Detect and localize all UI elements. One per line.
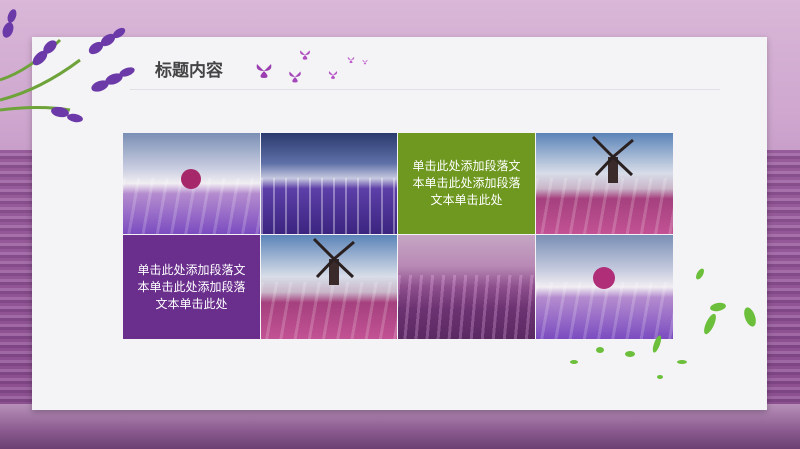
windmill-icon [591,135,634,183]
image-windmill-field [536,133,673,234]
image-lavender-field-tree [123,133,260,234]
image-lavender-rows-sunset [398,235,535,339]
tree-shape [181,169,201,189]
butterfly-icon [347,56,355,64]
text-block-green[interactable]: 单击此处添加段落文本单击此处添加段落文本单击此处 [398,133,535,234]
text-block-purple[interactable]: 单击此处添加段落文本单击此处添加段落文本单击此处 [123,235,260,339]
text-block-purple-label: 单击此处添加段落文本单击此处添加段落文本单击此处 [137,262,246,311]
butterfly-icon [256,64,272,78]
butterfly-icon [289,71,301,83]
lavender-sprig-decoration [0,9,135,123]
butterfly-icon [362,59,368,65]
butterfly-icon [328,71,338,79]
image-windmill-field-2 [261,235,397,339]
lavender-field-bottom [0,404,800,449]
page-title: 标题内容 [155,61,223,81]
image-lavender-rows-sky [261,133,397,234]
butterfly-icon [300,50,310,60]
leaves-decoration [570,268,756,379]
windmill-icon [312,237,355,285]
title-divider [130,89,720,90]
text-block-green-label: 单击此处添加段落文本单击此处添加段落文本单击此处 [412,159,521,207]
